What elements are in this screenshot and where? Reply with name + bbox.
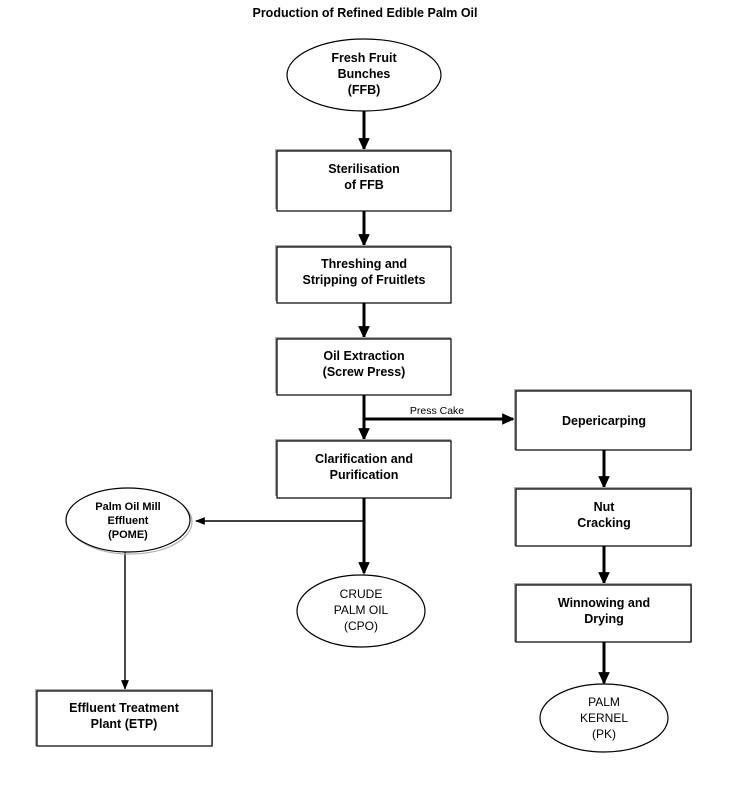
node-label-line: Threshing and xyxy=(321,257,407,271)
node-label-line: Effluent Treatment xyxy=(69,701,180,715)
node-label-line: (POME) xyxy=(108,529,148,541)
node-label-line: Nut xyxy=(594,500,616,514)
node-oil-extraction[interactable]: Oil Extraction (Screw Press) xyxy=(276,338,452,396)
node-label-line: Cracking xyxy=(577,516,631,530)
node-clarification[interactable]: Clarification and Purification xyxy=(276,440,452,499)
node-label-line: of FFB xyxy=(344,178,384,192)
node-threshing[interactable]: Threshing and Stripping of Fruitlets xyxy=(276,246,452,304)
node-label-line: Fresh Fruit xyxy=(331,51,397,65)
edge-label-press-cake: Press Cake xyxy=(410,405,464,417)
node-label-line: Effluent xyxy=(108,515,149,527)
node-label-line: Purification xyxy=(330,468,399,482)
node-label-line: Plant (ETP) xyxy=(91,717,158,731)
node-fresh-fruit-bunches[interactable]: Fresh Fruit Bunches (FFB) xyxy=(286,38,442,112)
flowchart-svg: Fresh Fruit Bunches (FFB) Sterilisation … xyxy=(35,6,692,753)
node-depericarping[interactable]: Depericarping xyxy=(515,390,692,451)
node-effluent-treatment-plant[interactable]: Effluent Treatment Plant (ETP) xyxy=(36,690,213,747)
node-label-line: Winnowing and xyxy=(558,596,650,610)
node-label-line: Stripping of Fruitlets xyxy=(303,273,426,287)
node-label-line: (Screw Press) xyxy=(323,365,406,379)
node-palm-kernel[interactable]: PALM KERNEL (PK) xyxy=(539,683,669,753)
node-label-line: (FFB) xyxy=(348,83,381,97)
node-label-line: Depericarping xyxy=(562,414,646,428)
node-label-line: Drying xyxy=(584,612,624,626)
node-label-line: CRUDE xyxy=(340,587,383,601)
node-label-line: KERNEL xyxy=(580,711,628,725)
node-label-line: PALM OIL xyxy=(334,603,389,617)
node-label-line: Palm Oil Mill xyxy=(95,501,160,513)
node-label-line: (PK) xyxy=(592,727,616,741)
node-label-line: Bunches xyxy=(338,67,391,81)
node-label-line: Oil Extraction xyxy=(323,349,404,363)
node-label-line: PALM xyxy=(588,695,620,709)
node-label-line: Sterilisation xyxy=(328,162,400,176)
node-crude-palm-oil[interactable]: CRUDE PALM OIL (CPO) xyxy=(296,574,426,648)
node-sterilisation[interactable]: Sterilisation of FFB xyxy=(276,150,452,212)
node-palm-oil-mill-effluent[interactable]: Palm Oil Mill Effluent (POME) xyxy=(65,487,191,553)
diagram-title: Production of Refined Edible Palm Oil xyxy=(252,6,477,20)
flowchart-canvas: Fresh Fruit Bunches (FFB) Sterilisation … xyxy=(0,0,730,792)
node-winnowing-and-drying[interactable]: Winnowing and Drying xyxy=(515,584,692,643)
node-label-line: Clarification and xyxy=(315,452,413,466)
node-nut-cracking[interactable]: Nut Cracking xyxy=(515,488,692,547)
node-label-line: (CPO) xyxy=(344,619,378,633)
